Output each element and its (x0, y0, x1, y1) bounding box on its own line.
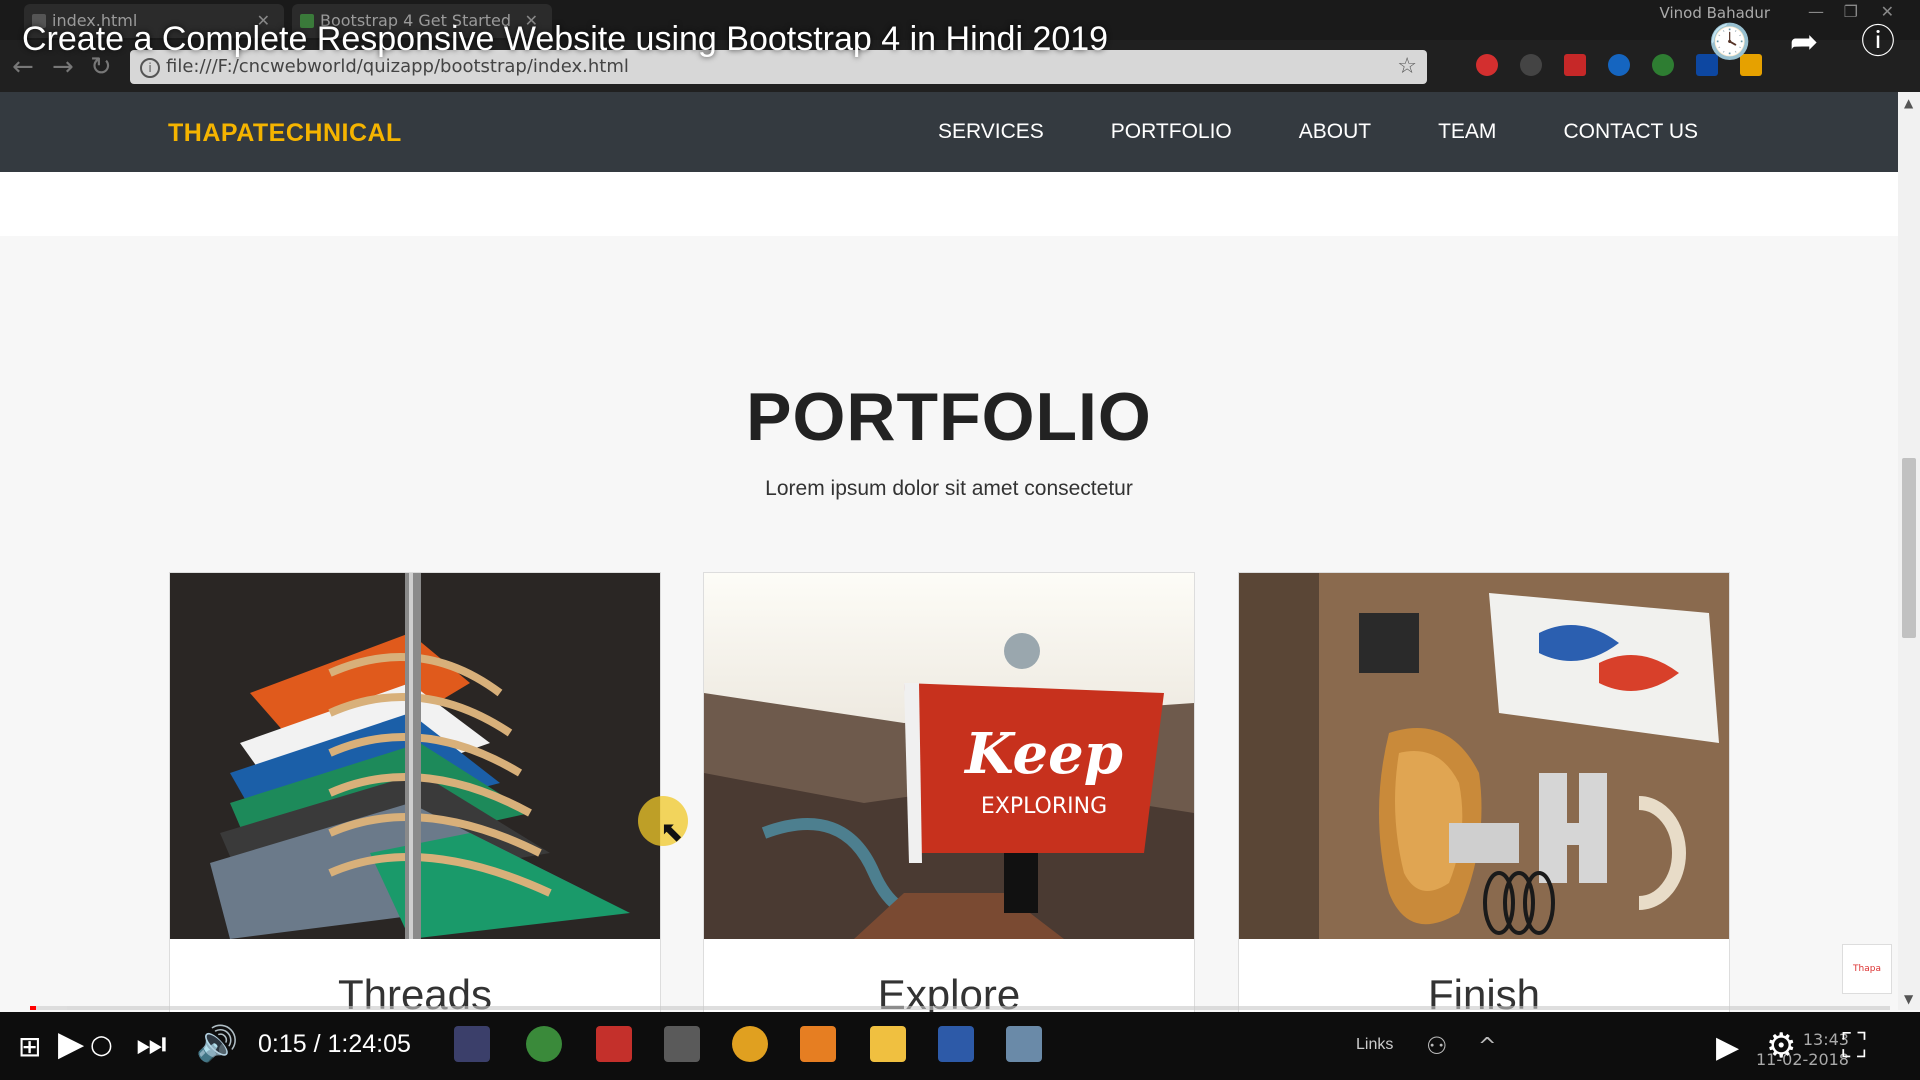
next-video-icon[interactable]: ⏭ (136, 1024, 167, 1064)
site-navbar: THAPATECHNICAL SERVICES PORTFOLIO ABOUT … (0, 92, 1898, 172)
minimize-icon[interactable]: — (1808, 2, 1824, 21)
taskbar-app-icon[interactable] (1006, 1026, 1042, 1062)
scrollbar-thumb[interactable] (1902, 458, 1916, 638)
exit-fullscreen-icon[interactable]: ⛶ (1842, 1026, 1866, 1066)
keep-exploring-flag-image: Keep EXPLORING (704, 573, 1194, 939)
taskbar-app-icon[interactable] (596, 1026, 632, 1062)
info-icon[interactable]: i (140, 58, 160, 78)
nav-link-services[interactable]: SERVICES (938, 120, 1044, 144)
links-toolbar[interactable]: Links (1356, 1036, 1393, 1054)
previous-section-end (0, 172, 1898, 236)
video-progress-bar[interactable] (30, 1006, 1890, 1010)
page-scrollbar[interactable]: ▲ ▼ (1898, 92, 1920, 1010)
nav-link-about[interactable]: ABOUT (1299, 120, 1371, 144)
play-icon[interactable]: ▶ (58, 1024, 84, 1064)
cortana-circle-icon[interactable]: ○ (90, 1030, 113, 1060)
extension-icon[interactable] (1652, 54, 1674, 76)
mouse-pointer-icon: ⬉ (660, 815, 684, 848)
close-window-icon[interactable]: ✕ (1881, 2, 1894, 21)
taskbar-app-icon[interactable] (526, 1026, 562, 1062)
extension-icon[interactable] (1476, 54, 1498, 76)
svg-text:EXPLORING: EXPLORING (981, 794, 1107, 819)
scroll-down-arrow-icon[interactable]: ▼ (1904, 992, 1913, 1006)
guitar-and-letters-image (1239, 573, 1729, 939)
nav-link-portfolio[interactable]: PORTFOLIO (1111, 120, 1232, 144)
scroll-up-arrow-icon[interactable]: ▲ (1904, 96, 1913, 110)
chrome-icon[interactable] (732, 1026, 768, 1062)
windows-start-icon[interactable]: ⊞ (18, 1030, 41, 1063)
channel-watermark-logo[interactable]: Thapa (1842, 944, 1892, 994)
section-subtitle: Lorem ipsum dolor sit amet consectetur (765, 477, 1133, 500)
mail-icon[interactable] (664, 1026, 700, 1062)
share-arrow-icon[interactable]: ➦ (1782, 20, 1826, 64)
section-title: PORTFOLIO (746, 379, 1152, 455)
video-top-actions: 🕓 ➦ ⓘ (1708, 20, 1900, 64)
progress-played (30, 1006, 36, 1010)
restore-icon[interactable]: ❐ (1844, 2, 1858, 21)
people-icon[interactable]: ⚇ (1426, 1032, 1448, 1060)
portfolio-card-explore[interactable]: Keep EXPLORING Explore (703, 572, 1195, 1018)
sublime-text-icon[interactable] (800, 1026, 836, 1062)
nav-link-contact[interactable]: CONTACT US (1563, 120, 1698, 144)
extension-icon[interactable] (1564, 54, 1586, 76)
word-icon[interactable] (938, 1026, 974, 1062)
extension-icon[interactable] (1520, 54, 1542, 76)
svg-text:Keep: Keep (963, 721, 1123, 787)
taskbar-app-icon[interactable] (454, 1026, 490, 1062)
bookmark-star-icon[interactable]: ☆ (1397, 50, 1417, 84)
file-explorer-icon[interactable] (870, 1026, 906, 1062)
youtube-play-badge-icon[interactable]: ▶ (1716, 1030, 1739, 1065)
url-text: file:///F:/cncwebworld/quizapp/bootstrap… (166, 56, 629, 77)
video-title[interactable]: Create a Complete Responsive Website usi… (22, 20, 1108, 59)
watch-later-clock-icon[interactable]: 🕓 (1708, 20, 1752, 64)
video-time-display: 0:15 / 1:24:05 (258, 1030, 411, 1058)
nav-link-team[interactable]: TEAM (1438, 120, 1496, 144)
tray-chevron-icon[interactable]: ^ (1478, 1034, 1496, 1059)
extension-icon[interactable] (1608, 54, 1630, 76)
settings-gear-icon[interactable]: ⚙ (1766, 1026, 1796, 1066)
site-nav-links: SERVICES PORTFOLIO ABOUT TEAM CONTACT US (938, 120, 1698, 144)
clothes-on-hangers-image (170, 573, 660, 939)
volume-icon[interactable]: 🔊 (196, 1024, 238, 1064)
site-brand[interactable]: THAPATECHNICAL (168, 119, 402, 148)
portfolio-card-threads[interactable]: Threads (169, 572, 661, 1018)
info-circle-icon[interactable]: ⓘ (1856, 20, 1900, 64)
portfolio-card-finish[interactable]: Finish (1238, 572, 1730, 1018)
